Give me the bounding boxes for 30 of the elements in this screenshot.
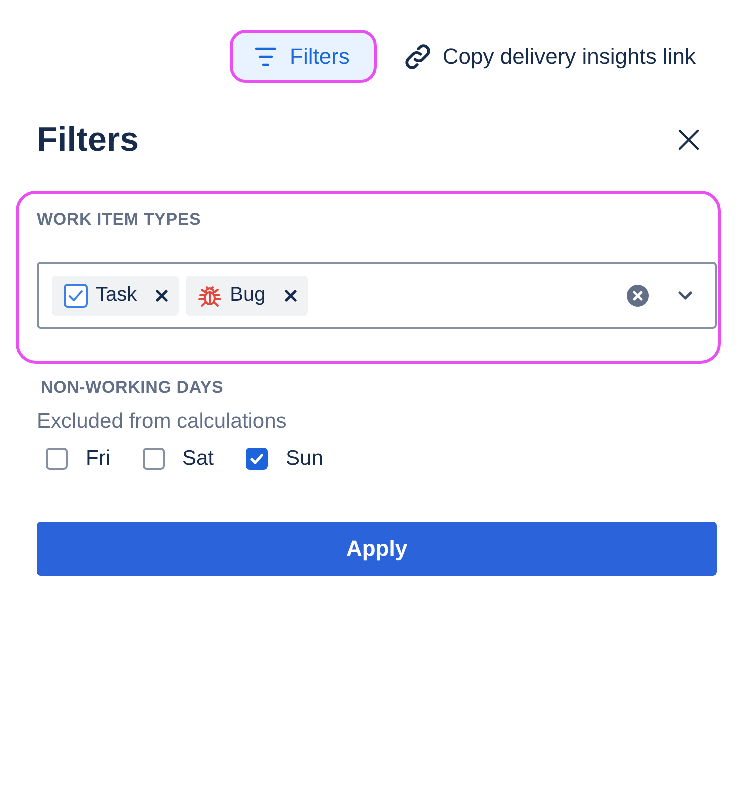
bug-icon xyxy=(198,284,222,308)
tag-label: Task xyxy=(96,284,138,307)
check-icon xyxy=(250,453,264,465)
chevron-down-icon xyxy=(678,290,693,300)
apply-button[interactable]: Apply xyxy=(37,522,717,576)
remove-tag-button[interactable] xyxy=(284,288,298,302)
filter-icon xyxy=(255,46,277,66)
day-label: Sat xyxy=(182,446,214,472)
day-label: Sun xyxy=(286,446,324,472)
dropdown-button[interactable] xyxy=(678,290,693,300)
link-icon xyxy=(404,44,431,70)
filters-button[interactable]: Filters xyxy=(230,30,377,83)
day-checkbox[interactable] xyxy=(246,448,268,470)
remove-icon xyxy=(156,290,168,302)
remove-tag-button[interactable] xyxy=(155,288,170,302)
work-item-types-select[interactable]: Task Bug xyxy=(37,262,717,329)
clear-button[interactable] xyxy=(627,284,649,306)
tag-label: Bug xyxy=(230,284,266,307)
day-checkbox[interactable] xyxy=(142,448,164,470)
description-text: Excluded from calculations xyxy=(37,409,288,435)
task-checkbox-icon xyxy=(64,284,88,308)
day-checkbox[interactable] xyxy=(46,448,68,470)
day-label: Fri xyxy=(86,446,110,472)
panel-title: Filters xyxy=(37,120,140,161)
copy-link-button[interactable]: Copy delivery insights link xyxy=(392,30,708,83)
remove-icon xyxy=(284,290,297,302)
work-item-types-label: WORK ITEM TYPES xyxy=(37,210,202,230)
close-icon xyxy=(678,129,700,151)
clear-icon xyxy=(627,284,649,306)
non-working-days-label: NON-WORKING DAYS xyxy=(41,378,225,398)
